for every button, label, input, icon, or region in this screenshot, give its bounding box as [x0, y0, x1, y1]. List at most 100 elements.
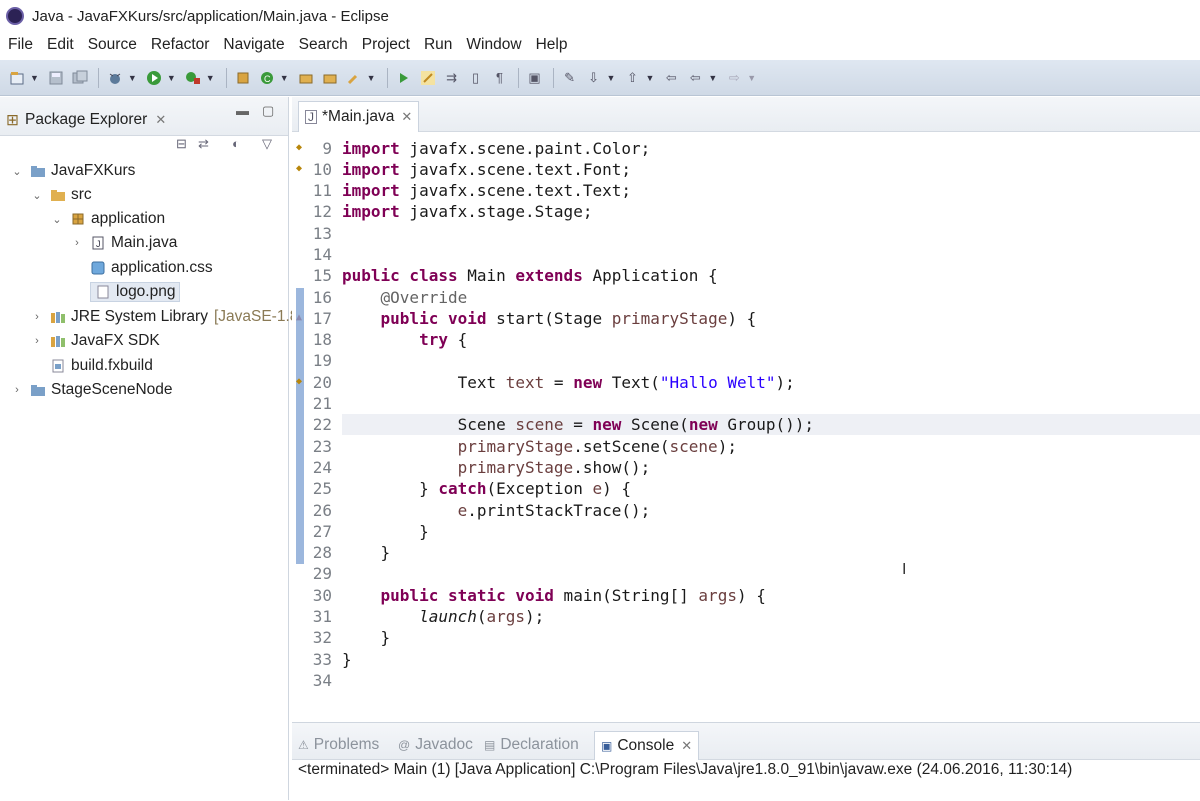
word-wrap-icon[interactable]: ⇉ — [441, 67, 463, 89]
tree-item-logo-png[interactable]: logo.png — [70, 280, 181, 304]
line-number: 21 — [312, 394, 332, 413]
tab-problems[interactable]: ⚠ Problems — [298, 731, 379, 759]
pin-editor-icon[interactable]: ✎ — [559, 67, 581, 89]
search-dropdown-icon[interactable]: ▼ — [367, 73, 376, 83]
toolbar-separator — [517, 67, 519, 88]
view-menu-icon[interactable]: ▽ — [262, 136, 272, 152]
editor-tabbar: J *Main.java ✕ — [292, 97, 1200, 132]
mark-occurrences-icon[interactable] — [417, 67, 439, 89]
close-icon[interactable]: ✕ — [155, 112, 166, 128]
run-dropdown-icon[interactable]: ▼ — [167, 73, 176, 83]
collapse-icon[interactable]: › — [10, 384, 24, 396]
warning-marker-icon[interactable]: ◆ — [296, 376, 308, 388]
warning-marker-icon[interactable]: ◆ — [296, 142, 308, 154]
package-explorer-icon: ⊞ — [6, 111, 19, 129]
code-line: import javafx.scene.paint.Color; — [342, 139, 651, 158]
expand-icon[interactable]: ⌄ — [50, 213, 64, 226]
last-edit-location-icon[interactable]: ⇦ — [660, 67, 682, 89]
tab-console[interactable]: ▣ Console ✕ — [594, 731, 700, 760]
new-class-dropdown-icon[interactable]: ▼ — [280, 73, 289, 83]
expand-icon[interactable]: ⌄ — [10, 165, 24, 178]
new-dropdown-icon[interactable]: ▼ — [30, 73, 39, 83]
menu-file[interactable]: File — [0, 36, 40, 54]
tree-item-main-java[interactable]: › J Main.java — [70, 231, 177, 255]
line-number: 24 — [312, 458, 332, 477]
menu-edit[interactable]: Edit — [40, 36, 81, 54]
debug-dropdown-icon[interactable]: ▼ — [128, 73, 137, 83]
next-annotation-dropdown-icon[interactable]: ▼ — [607, 73, 616, 83]
menu-run[interactable]: Run — [417, 36, 459, 54]
tree-item-decoration: [JavaSE-1.8 — [213, 308, 299, 325]
menu-project[interactable]: Project — [355, 36, 417, 54]
menu-help[interactable]: Help — [529, 36, 575, 54]
open-task-icon[interactable] — [319, 67, 341, 89]
search-icon[interactable] — [343, 67, 365, 89]
tab-javadoc[interactable]: @ Javadoc — [398, 731, 473, 759]
new-icon[interactable] — [6, 67, 28, 89]
close-icon[interactable]: ✕ — [681, 738, 692, 754]
tree-item-label: StageSceneNode — [51, 381, 173, 398]
menu-refactor[interactable]: Refactor — [144, 36, 217, 54]
expand-icon[interactable]: ⌄ — [30, 189, 44, 202]
tab-label: Problems — [313, 736, 380, 753]
new-java-package-icon[interactable] — [232, 67, 254, 89]
tree-item-application-css[interactable]: application.css — [70, 256, 213, 280]
run-icon[interactable] — [143, 67, 165, 89]
toolbar-separator — [225, 67, 227, 88]
code-line: launch(args); — [419, 607, 545, 626]
debug-icon[interactable] — [104, 67, 126, 89]
previous-annotation-dropdown-icon[interactable]: ▼ — [645, 73, 654, 83]
collapse-icon[interactable]: › — [70, 237, 84, 249]
tree-item-label: logo.png — [116, 283, 176, 300]
collapse-icon[interactable]: › — [30, 311, 44, 323]
svg-text:J: J — [96, 239, 101, 249]
show-whitespace-icon[interactable]: ¶ — [489, 67, 511, 89]
menu-window[interactable]: Window — [459, 36, 528, 54]
selected-item-highlight: logo.png — [90, 282, 181, 302]
window-title: Java - JavaFXKurs/src/application/Main.j… — [32, 7, 389, 25]
tab-main-java[interactable]: J *Main.java ✕ — [298, 101, 420, 132]
save-icon[interactable] — [45, 67, 67, 89]
back-dropdown-icon[interactable]: ▼ — [708, 73, 717, 83]
new-java-class-icon[interactable]: C — [256, 67, 278, 89]
open-type-icon[interactable] — [295, 67, 317, 89]
minimize-icon[interactable]: ▬ — [236, 103, 249, 118]
menu-navigate[interactable]: Navigate — [216, 36, 291, 54]
tab-package-explorer[interactable]: ⊞ Package Explorer ✕ — [6, 105, 166, 135]
tree-item-stagescenenode[interactable]: › StageSceneNode — [10, 378, 173, 402]
focus-icon[interactable]: ◐ — [232, 136, 240, 151]
close-icon[interactable]: ✕ — [401, 109, 412, 125]
collapse-all-icon[interactable]: ⊟ — [176, 136, 187, 152]
previous-annotation-icon[interactable]: ⇧ — [621, 67, 643, 89]
code-editor[interactable]: 9 10 11 12 13 14 15 16 17 18 19 20 21 22… — [292, 131, 1200, 717]
maximize-icon[interactable]: ▢ — [262, 103, 274, 119]
forward-dropdown-icon[interactable]: ▼ — [747, 73, 756, 83]
bottom-tabbar: ⚠ Problems @ Javadoc ▤ Declaration ▣ Con… — [292, 723, 1200, 760]
collapse-icon[interactable]: › — [30, 335, 44, 347]
terminal-icon[interactable]: ▣ — [524, 67, 546, 89]
external-tools-icon[interactable] — [182, 67, 204, 89]
eclipse-logo-icon — [6, 7, 24, 25]
external-tools-dropdown-icon[interactable]: ▼ — [206, 73, 215, 83]
next-annotation-icon[interactable]: ⇩ — [583, 67, 605, 89]
menu-search[interactable]: Search — [292, 36, 355, 54]
toggle-breadcrumb-icon[interactable] — [393, 67, 415, 89]
tree-item-application[interactable]: ⌄ application — [50, 207, 165, 231]
tree-item-jre-system-library[interactable]: › JRE System Library [JavaSE-1.8 — [30, 305, 298, 329]
tree-item-javafxkurs[interactable]: ⌄ JavaFXKurs — [10, 159, 135, 183]
warning-marker-icon[interactable]: ◆ — [296, 163, 308, 175]
block-selection-icon[interactable]: ▯ — [465, 67, 487, 89]
tree-item-javafx-sdk[interactable]: › JavaFX SDK — [30, 329, 160, 353]
tab-declaration[interactable]: ▤ Declaration — [484, 731, 579, 759]
forward-icon[interactable]: ⇨ — [723, 67, 745, 89]
library-icon — [50, 333, 66, 349]
menu-source[interactable]: Source — [81, 36, 144, 54]
save-all-icon[interactable] — [69, 67, 91, 89]
link-with-editor-icon[interactable]: ⇄ — [198, 136, 209, 152]
tree-item-build-fxbuild[interactable]: build.fxbuild — [50, 354, 153, 378]
override-marker-icon[interactable]: ▲ — [296, 312, 308, 324]
tree-item-src[interactable]: ⌄ src — [30, 183, 91, 207]
toolbar-separator — [552, 67, 554, 88]
back-icon[interactable]: ⇦ — [684, 67, 706, 89]
text-cursor-icon: I — [902, 561, 907, 578]
